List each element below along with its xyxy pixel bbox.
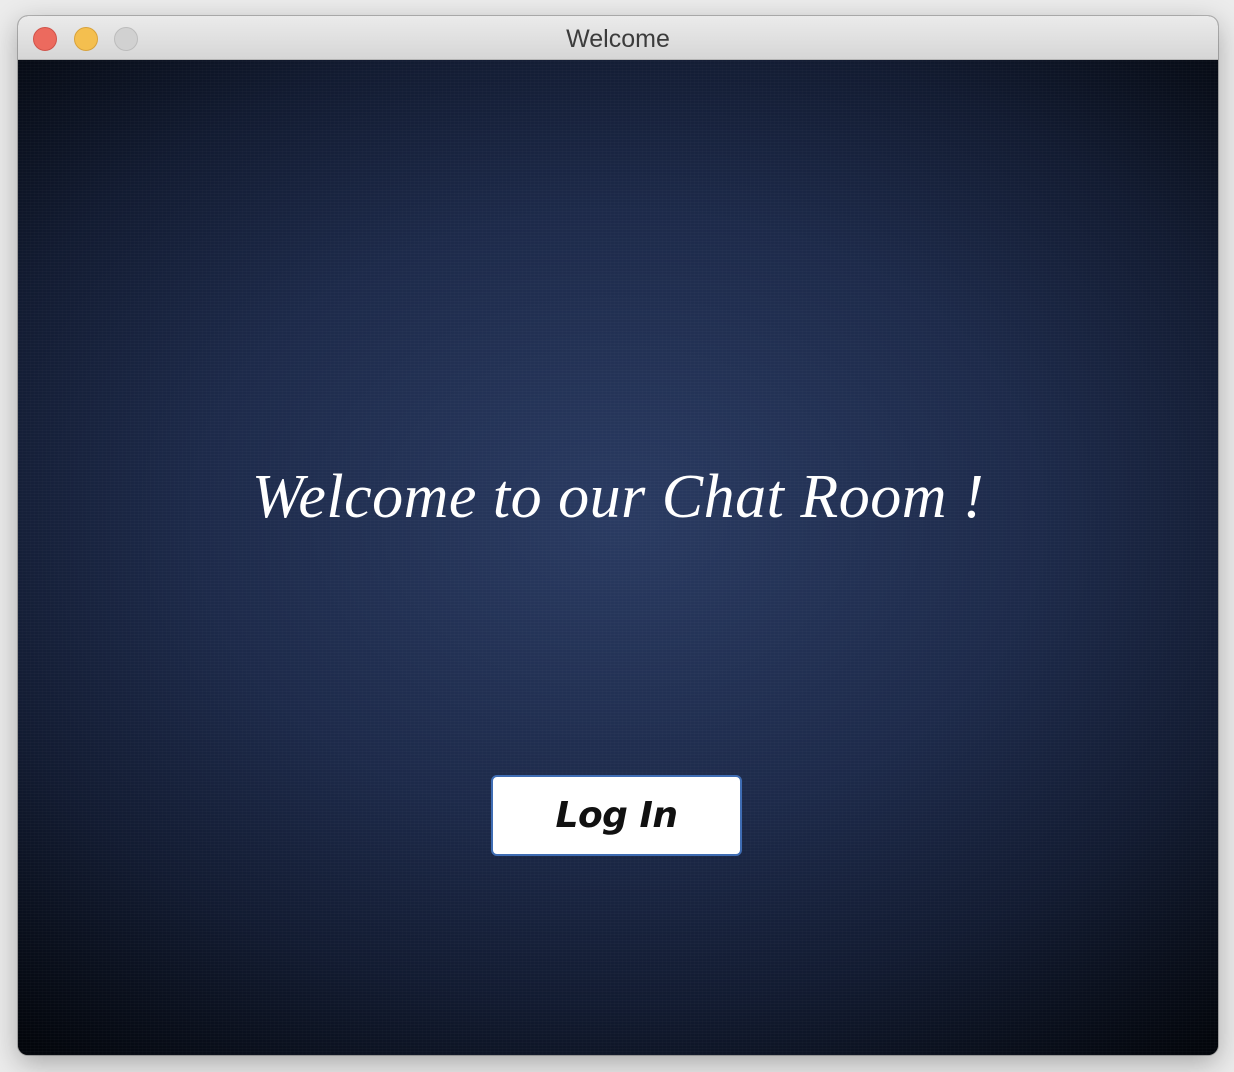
welcome-panel: Welcome to our Chat Room ! Log In: [18, 60, 1218, 1055]
app-window: Welcome Welcome to our Chat Room ! Log I…: [18, 16, 1218, 1055]
welcome-heading: Welcome to our Chat Room !: [251, 463, 985, 531]
login-button[interactable]: Log In: [491, 775, 742, 856]
title-bar[interactable]: Welcome: [18, 16, 1218, 60]
window-title: Welcome: [566, 25, 670, 53]
login-button-label: Log In: [555, 795, 679, 836]
